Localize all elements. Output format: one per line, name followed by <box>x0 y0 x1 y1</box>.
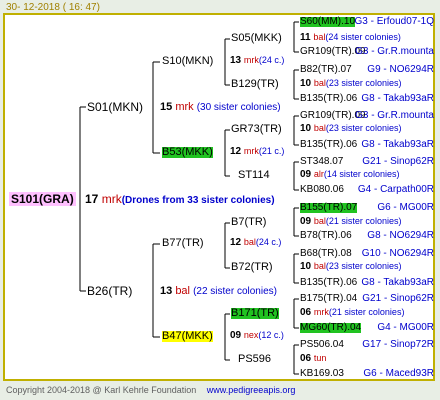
sire-info: 15 mrk (30 sister colonies) <box>160 102 281 113</box>
footer: Copyright 2004-2018 @ Karl Kehrle Founda… <box>6 386 295 395</box>
gen3-info: 06 tun <box>300 354 326 364</box>
gen4-info: G3 - Gr.R.mounta <box>355 110 434 121</box>
gen3-node[interactable]: S05(MKK) <box>231 33 282 44</box>
gen4-info: G6 - MG00R <box>377 202 434 213</box>
gen4-info: G3 - Erfoud07-1Q <box>354 16 434 27</box>
gen3-num: 09 <box>300 169 312 180</box>
gen4-info: G8 - Takab93aR <box>361 277 434 288</box>
gen2-mark: mrk <box>243 55 259 65</box>
gen4-node[interactable]: B175(TR).04 <box>300 294 357 304</box>
gen2-mark: nex <box>243 330 259 340</box>
dam-note: (22 sister colonies) <box>193 286 277 297</box>
root-queen[interactable]: S101(GRA) <box>9 192 76 206</box>
root-mark: mrk <box>101 192 122 206</box>
gen4-info: G17 - Sinop72R <box>362 339 434 350</box>
gen4-node[interactable]: MG60(TR).04 <box>300 323 362 333</box>
gen2-mark: mrk <box>243 146 259 156</box>
sire-num: 15 <box>160 101 173 113</box>
gen4-node[interactable]: ST348.07 <box>300 157 343 167</box>
gen2-num: 13 <box>230 55 242 66</box>
gen4-node[interactable]: KB080.06 <box>300 185 344 195</box>
gen4-info: G10 - NO6294R <box>361 248 434 259</box>
gen3-node[interactable]: B7(TR) <box>231 217 266 228</box>
gen3-mark: mrk <box>313 307 329 317</box>
gen3-node[interactable]: PS596 <box>238 354 271 365</box>
gen2-num: 12 <box>230 146 242 157</box>
gen3-node[interactable]: ST114 <box>238 170 270 181</box>
gen3-num: 11 <box>300 32 311 43</box>
gen2-note: (12 c.) <box>258 330 284 340</box>
root-info: 17 mrk(Drones from 33 sister colonies) <box>85 193 275 206</box>
gen3-num: 06 <box>300 353 312 364</box>
gen2-info: 09 nex(12 c.) <box>230 331 284 341</box>
gen3-mark: bal <box>313 261 326 271</box>
gen3-num: 10 <box>300 78 312 89</box>
gen3-node[interactable]: B72(TR) <box>231 262 273 273</box>
gen3-mark: alr <box>313 169 324 179</box>
gen4-node[interactable]: B135(TR).06 <box>300 94 357 104</box>
gen4-node[interactable]: PS506.04 <box>300 340 344 350</box>
dam-mark: bal <box>175 285 190 297</box>
site-link[interactable]: www.pedigreeapis.org <box>207 385 296 395</box>
gen2-node[interactable]: B53(MKK) <box>162 147 213 158</box>
copyright-text: Copyright 2004-2018 @ Karl Kehrle Founda… <box>6 385 197 395</box>
gen2-info: 13 mrk(24 c.) <box>230 56 284 66</box>
dam-num: 13 <box>160 285 173 297</box>
gen4-info: G4 - Carpath00R <box>357 184 434 195</box>
gen3-node[interactable]: GR73(TR) <box>231 124 282 135</box>
gen4-info: G21 - Sinop62R <box>362 293 434 304</box>
sire-note: (30 sister colonies) <box>196 102 281 113</box>
gen4-node[interactable]: B68(TR).08 <box>300 249 352 259</box>
gen3-mark: bal <box>313 123 326 133</box>
gen2-info: 12 bal(24 c.) <box>230 238 281 248</box>
gen3-mark: bal <box>313 78 326 88</box>
root-note: (Drones from 33 sister colonies) <box>121 195 275 206</box>
gen3-num: 10 <box>300 261 312 272</box>
gen4-info-column: G3 - Erfoud07-1Q G3 - Gr.R.mounta G9 - N… <box>354 17 434 387</box>
gen4-info: G4 - MG00R <box>377 322 434 333</box>
gen2-info: 12 mrk(21 c.) <box>230 147 284 157</box>
gen4-node[interactable]: B82(TR).07 <box>300 65 352 75</box>
gen2-note: (21 c.) <box>258 146 285 156</box>
dam-info: 13 bal (22 sister colonies) <box>160 286 277 297</box>
gen4-info: G6 - Maced93R <box>363 368 434 379</box>
gen2-note: (24 c.) <box>258 55 285 65</box>
gen3-num: 09 <box>300 216 312 227</box>
gen4-node[interactable]: B78(TR).06 <box>300 231 352 241</box>
gen2-num: 12 <box>230 237 242 248</box>
sire-mark: mrk <box>175 101 194 113</box>
gen2-node[interactable]: S10(MKN) <box>162 56 213 67</box>
gen4-info: G21 - Sinop62R <box>362 156 434 167</box>
gen4-node[interactable]: B155(TR).07 <box>300 203 358 213</box>
gen3-node[interactable]: B129(TR) <box>231 79 279 90</box>
gen2-num: 09 <box>230 330 242 341</box>
gen3-mark: bal <box>313 32 326 42</box>
gen2-mark: bal <box>243 237 256 247</box>
gen3-node[interactable]: B171(TR) <box>231 308 279 319</box>
sire-node[interactable]: S01(MKN) <box>87 101 143 113</box>
gen4-node[interactable]: B135(TR).06 <box>300 140 357 150</box>
gen4-info: G8 - Takab93aR <box>361 139 434 150</box>
gen4-info: G9 - NO6294R <box>367 64 434 75</box>
gen2-node[interactable]: B47(MKK) <box>162 331 213 342</box>
dam-node[interactable]: B26(TR) <box>87 285 132 297</box>
gen4-node[interactable]: KB169.03 <box>300 369 344 379</box>
root-num: 17 <box>85 192 99 206</box>
gen4-info: G8 - NO6294R <box>367 230 434 241</box>
gen3-num: 10 <box>300 123 312 134</box>
gen2-node[interactable]: B77(TR) <box>162 238 204 249</box>
gen4-node[interactable]: S60(MM).10 <box>300 17 356 27</box>
gen3-num: 06 <box>300 307 312 318</box>
gen3-mark: bal <box>313 216 326 226</box>
gen2-note: (24 c.) <box>255 237 282 247</box>
gen4-info: G8 - Takab93aR <box>361 93 434 104</box>
gen4-node[interactable]: B135(TR).06 <box>300 278 357 288</box>
gen4-info: G3 - Gr.R.mounta <box>355 46 434 57</box>
gen3-mark: tun <box>313 353 327 363</box>
